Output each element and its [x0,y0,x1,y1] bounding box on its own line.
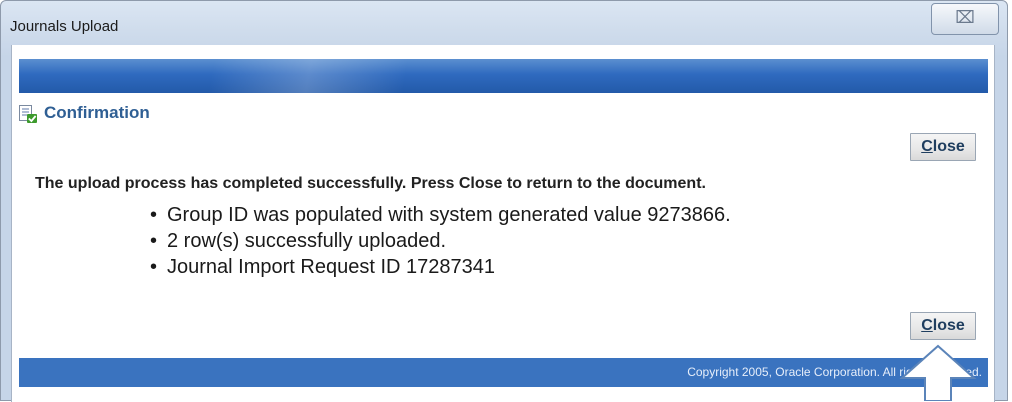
close-icon: ⌧ [955,8,975,28]
title-bar: Journals Upload ⌧ [1,1,1007,51]
close-button-label: lose [932,317,965,334]
footer-bar: Copyright 2005, Oracle Corporation. All … [19,358,988,387]
close-button-bottom[interactable]: Close [910,312,976,340]
branding-bar [19,59,988,93]
list-item-rows-uploaded: 2 row(s) successfully uploaded. [142,228,731,254]
dialog-window: Journals Upload ⌧ Confirmation Close The… [0,0,1008,402]
dialog-content: Confirmation Close The upload process ha… [11,45,995,402]
close-button-top[interactable]: Close [910,133,976,161]
confirmation-message: The upload process has completed success… [35,175,706,192]
list-item-group-id: Group ID was populated with system gener… [142,202,731,228]
close-button-hotkey: C [921,317,933,334]
detail-list: Group ID was populated with system gener… [142,202,731,280]
up-arrow-callout-icon [899,344,977,401]
window-close-button[interactable]: ⌧ [931,3,999,35]
confirmation-title: Confirmation [44,103,150,122]
close-button-hotkey: C [921,138,933,155]
close-button-label: lose [932,138,965,155]
confirmation-document-check-icon [19,105,37,123]
window-title: Journals Upload [10,18,119,35]
list-item-request-id: Journal Import Request ID 17287341 [142,254,731,280]
